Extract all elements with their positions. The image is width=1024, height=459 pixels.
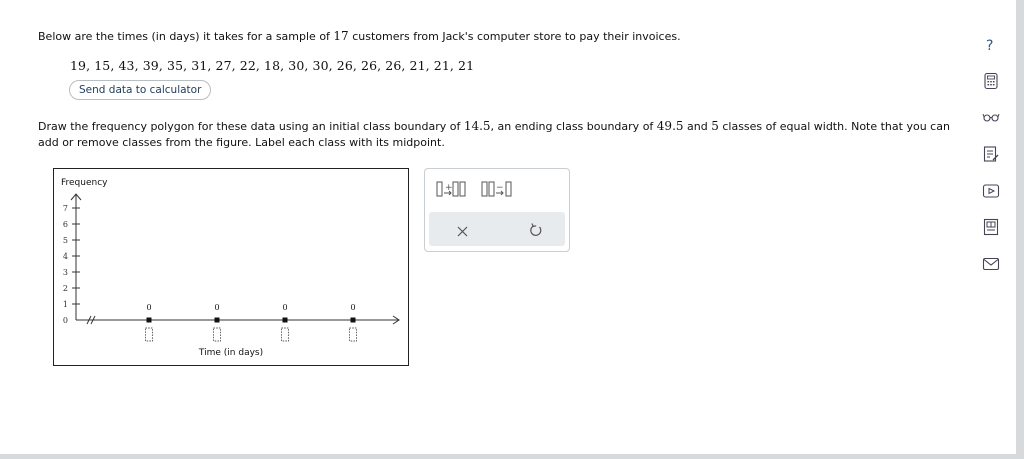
class-tools: + − xyxy=(425,169,569,211)
graph-actions xyxy=(429,212,565,246)
intro-text: Below are the times (in days) it takes f… xyxy=(38,30,334,43)
polygon-point[interactable] xyxy=(282,317,288,323)
polygon-point[interactable] xyxy=(350,317,356,323)
polygon-points[interactable]: 0 0 0 0 xyxy=(145,303,357,342)
num-classes: 5 xyxy=(711,119,719,133)
midpoint-input[interactable] xyxy=(281,327,289,342)
sample-size: 17 xyxy=(333,29,349,43)
ending-boundary: 49.5 xyxy=(656,119,684,133)
graph-canvas: Frequency 0 1 2 3 4 5 6 7 0 0 0 0 Time (in days) xyxy=(61,178,400,358)
send-to-calculator-button[interactable]: Send data to calculator xyxy=(69,80,212,100)
video-icon[interactable] xyxy=(982,182,1000,200)
intro-text-end: customers from Jack's computer store to … xyxy=(348,30,681,43)
y-tick-label: 2 xyxy=(63,284,68,293)
y-ticks: 0 1 2 3 4 5 6 7 xyxy=(63,204,80,325)
mail-icon[interactable] xyxy=(982,255,1000,273)
add-class-icon[interactable]: + xyxy=(436,179,468,205)
help-icon[interactable]: ? xyxy=(982,36,1000,54)
frequency-polygon-graph[interactable]: Frequency 0 1 2 3 4 5 6 7 0 0 0 0 Time (in days) xyxy=(53,168,409,366)
instr-text: Draw the frequency polygon for these dat… xyxy=(38,120,464,133)
svg-text:+: + xyxy=(445,183,453,193)
undo-icon[interactable] xyxy=(529,222,543,241)
data-values: 19, 15, 43, 39, 35, 31, 27, 22, 18, 30, … xyxy=(70,58,475,73)
bottom-border xyxy=(0,454,1024,459)
scrollbar-track[interactable] xyxy=(1016,0,1024,459)
y-tick-label: 3 xyxy=(63,268,68,277)
notes-icon[interactable] xyxy=(982,145,1000,163)
remove-class-icon[interactable]: − xyxy=(481,179,515,205)
polygon-point[interactable] xyxy=(146,317,152,323)
instr-text: and xyxy=(683,120,712,133)
point-value-label: 0 xyxy=(350,303,355,312)
graph-tool-panel: + − xyxy=(424,168,570,252)
question-intro: Below are the times (in days) it takes f… xyxy=(38,29,681,43)
y-axis-label: Frequency xyxy=(61,178,108,188)
midpoint-input[interactable] xyxy=(213,327,221,342)
initial-boundary: 14.5 xyxy=(463,119,491,133)
x-icon[interactable] xyxy=(457,223,469,242)
y-tick-label: 7 xyxy=(63,204,68,213)
instructions: Draw the frequency polygon for these dat… xyxy=(38,118,958,151)
y-tick-label: 5 xyxy=(63,236,68,245)
x-axis-label: Time (in days) xyxy=(198,348,263,358)
point-value-label: 0 xyxy=(146,303,151,312)
svg-text:?: ? xyxy=(986,38,993,54)
instr-text: , an ending class boundary of xyxy=(490,120,657,133)
calculator-icon[interactable] xyxy=(982,72,1000,90)
midpoint-input[interactable] xyxy=(349,327,357,342)
y-tick-label: 6 xyxy=(63,220,68,229)
midpoint-input[interactable] xyxy=(145,327,153,342)
svg-text:−: − xyxy=(496,183,504,193)
point-value-label: 0 xyxy=(282,303,287,312)
polygon-point[interactable] xyxy=(214,317,220,323)
y-tick-label: 0 xyxy=(63,316,68,325)
y-tick-label: 4 xyxy=(63,252,68,261)
y-tick-label: 1 xyxy=(63,300,68,309)
point-value-label: 0 xyxy=(214,303,219,312)
glasses-icon[interactable] xyxy=(982,108,1000,126)
question-page: Below are the times (in days) it takes f… xyxy=(0,0,1016,454)
textbook-icon[interactable] xyxy=(982,218,1000,236)
